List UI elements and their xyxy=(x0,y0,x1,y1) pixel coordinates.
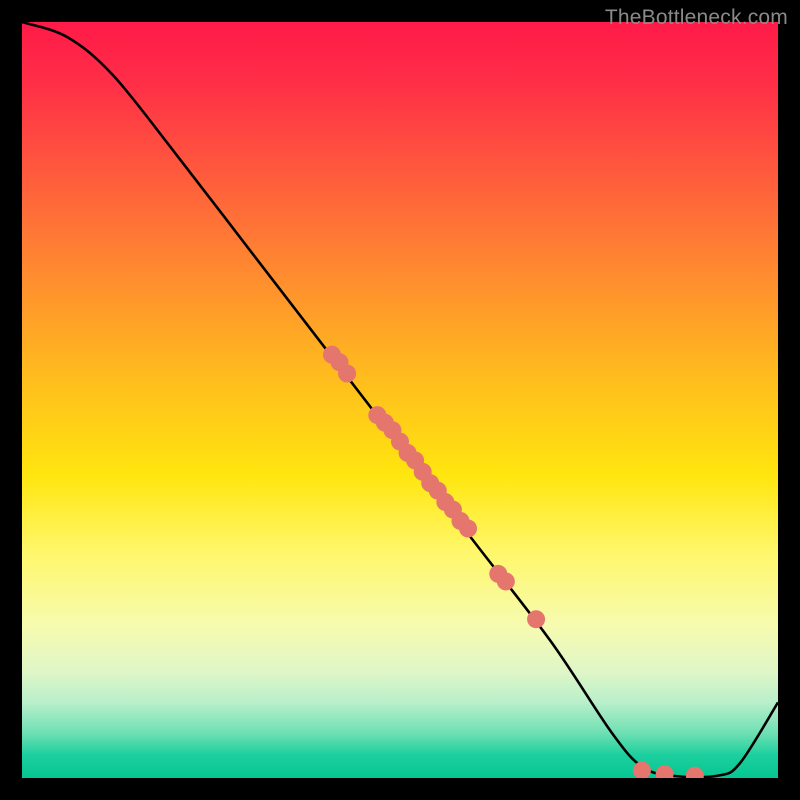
data-point xyxy=(656,765,674,778)
performance-curve xyxy=(22,22,778,777)
data-point xyxy=(497,572,515,590)
data-point xyxy=(459,520,477,538)
data-point xyxy=(338,365,356,383)
data-points xyxy=(323,346,704,778)
data-point xyxy=(527,610,545,628)
data-point xyxy=(633,761,651,778)
chart-plot-area xyxy=(22,22,778,778)
data-point xyxy=(686,767,704,778)
watermark-label: TheBottleneck.com xyxy=(605,6,788,30)
bottleneck-curve-chart xyxy=(22,22,778,778)
